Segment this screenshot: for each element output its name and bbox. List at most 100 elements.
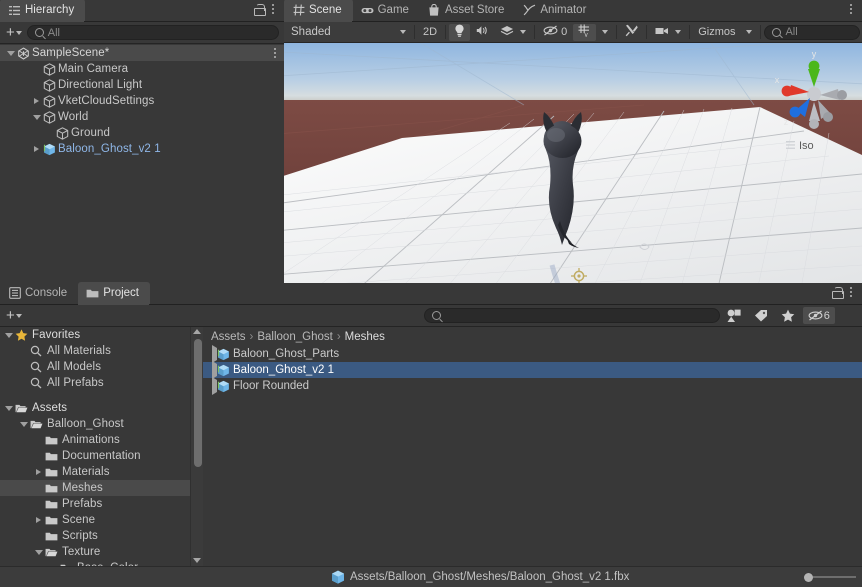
tab-asset-store[interactable]: Asset Store xyxy=(420,0,515,21)
plus-icon: + xyxy=(6,25,15,40)
folder-tree-scrollbar[interactable] xyxy=(190,327,203,566)
draw-mode-dropdown[interactable]: Shaded xyxy=(286,24,411,41)
scene-fx-button[interactable] xyxy=(495,24,531,41)
status-bar: Assets/Balloon_Ghost/Meshes/Baloon_Ghost… xyxy=(0,566,862,587)
folder-item-texture[interactable]: Texture xyxy=(0,544,190,560)
2d-toggle-button[interactable]: 2D xyxy=(418,24,442,41)
breadcrumb-item-balloon-ghost[interactable]: Balloon_Ghost xyxy=(257,331,332,343)
tab-console[interactable]: Console xyxy=(0,282,78,304)
slider-knob[interactable] xyxy=(804,573,813,582)
hierarchy-item-world[interactable]: World xyxy=(0,109,284,125)
scene-grid-icon xyxy=(292,4,305,17)
expand-toggle[interactable] xyxy=(4,45,17,61)
folder-item-scene[interactable]: Scene xyxy=(0,512,190,528)
kebab-menu-icon[interactable] xyxy=(846,2,856,16)
expand-toggle[interactable] xyxy=(32,512,45,528)
scroll-thumb[interactable] xyxy=(194,339,202,467)
tab-game[interactable]: Game xyxy=(353,0,420,21)
breadcrumb[interactable]: Assets›Balloon_Ghost›Meshes xyxy=(203,327,862,346)
lock-icon[interactable] xyxy=(831,286,843,299)
scene-visibility-toggle[interactable]: 0 xyxy=(538,24,572,41)
folder-item-scripts[interactable]: Scripts xyxy=(0,528,190,544)
create-asset-button[interactable]: + xyxy=(3,307,25,324)
folder-item-favorites[interactable]: Favorites xyxy=(0,327,190,343)
expand-toggle[interactable] xyxy=(17,416,30,432)
search-icon xyxy=(432,311,441,320)
divider xyxy=(760,25,761,39)
expand-toggle xyxy=(43,125,56,141)
expand-toggle[interactable] xyxy=(32,464,45,480)
expand-toggle[interactable] xyxy=(30,141,43,157)
hierarchy-item-label: Main Camera xyxy=(58,63,128,75)
asset-list[interactable]: Baloon_Ghost_PartsBaloon_Ghost_v2 1Floor… xyxy=(203,346,862,394)
scene-lighting-toggle[interactable] xyxy=(449,24,470,41)
expand-toggle[interactable] xyxy=(30,93,43,109)
create-gameobject-button[interactable]: + xyxy=(3,24,25,41)
expand-toggle[interactable] xyxy=(30,109,43,125)
asset-size-slider[interactable] xyxy=(804,573,856,582)
star-icon[interactable] xyxy=(776,307,801,324)
hierarchy-item-vketcloudsettings[interactable]: VketCloudSettings xyxy=(0,93,284,109)
scroll-up-arrow[interactable] xyxy=(193,329,201,334)
folder-item-meshes[interactable]: Meshes xyxy=(0,480,190,496)
hierarchy-tree[interactable]: SampleScene* Main Camera Directional Light… xyxy=(0,44,284,283)
hierarchy-search-input[interactable]: All xyxy=(27,25,279,40)
expand-toggle xyxy=(30,77,43,93)
folder-item-prefabs[interactable]: Prefabs xyxy=(0,496,190,512)
expand-toggle xyxy=(32,432,45,448)
kebab-menu-icon[interactable] xyxy=(846,285,856,299)
gizmos-dropdown[interactable] xyxy=(741,24,757,41)
hierarchy-item-main-camera[interactable]: Main Camera xyxy=(0,61,284,77)
speaker-icon xyxy=(476,25,489,39)
folder-item-assets[interactable]: Assets xyxy=(0,400,190,416)
kebab-menu-icon[interactable] xyxy=(268,2,278,16)
slider-track[interactable] xyxy=(813,576,856,578)
label-filter-icon[interactable] xyxy=(749,307,774,324)
scene-orientation-gizmo[interactable]: y x z xyxy=(768,47,854,157)
scene-grid-dropdown[interactable] xyxy=(597,24,613,41)
hierarchy-item-ground[interactable]: Ground xyxy=(0,125,284,141)
hierarchy-item-baloon-ghost-v2-1[interactable]: Baloon_Ghost_v2 1 xyxy=(0,141,284,157)
project-hidden-toggle[interactable]: 6 xyxy=(803,307,835,324)
folder-item-balloon-ghost[interactable]: Balloon_Ghost xyxy=(0,416,190,432)
scene-search-input[interactable]: All xyxy=(764,25,860,40)
tab-scene[interactable]: Scene xyxy=(284,0,353,21)
search-icon xyxy=(30,362,43,373)
folder-item-all-prefabs[interactable]: All Prefabs xyxy=(0,375,190,391)
asset-row[interactable]: Floor Rounded xyxy=(203,378,862,394)
divider xyxy=(616,25,617,39)
scene-grid-toggle[interactable]: y xyxy=(573,24,596,41)
kebab-menu-icon[interactable] xyxy=(270,46,280,60)
project-folder-tree[interactable]: FavoritesAll MaterialsAll ModelsAll Pref… xyxy=(0,327,190,566)
draw-mode-label: Shaded xyxy=(291,26,331,38)
expand-toggle[interactable] xyxy=(2,327,15,343)
breadcrumb-item-assets[interactable]: Assets xyxy=(211,331,246,343)
folder-item-all-materials[interactable]: All Materials xyxy=(0,343,190,359)
scene-tools-button[interactable] xyxy=(620,24,643,41)
asset-row[interactable]: Baloon_Ghost_Parts xyxy=(203,346,862,362)
expand-toggle[interactable] xyxy=(32,544,45,560)
divider xyxy=(445,25,446,39)
scene-viewport[interactable]: Balloon Ghost y x xyxy=(284,43,862,305)
folder-item-animations[interactable]: Animations xyxy=(0,432,190,448)
hierarchy-item-directional-light[interactable]: Directional Light xyxy=(0,77,284,93)
folder-item-materials[interactable]: Materials xyxy=(0,464,190,480)
folder-item-all-models[interactable]: All Models xyxy=(0,359,190,375)
breadcrumb-item-meshes[interactable]: Meshes xyxy=(345,331,385,343)
hierarchy-item-samplescene[interactable]: SampleScene* xyxy=(0,45,284,61)
tab-hierarchy[interactable]: Hierarchy xyxy=(0,0,85,21)
tab-project[interactable]: Project xyxy=(78,282,150,304)
tab-animator[interactable]: Animator xyxy=(515,0,597,21)
project-search-input[interactable] xyxy=(424,308,720,323)
scene-audio-toggle[interactable] xyxy=(471,24,494,41)
scroll-down-arrow[interactable] xyxy=(193,558,201,563)
expand-toggle[interactable] xyxy=(2,400,15,416)
scene-camera-button[interactable] xyxy=(650,24,686,41)
asset-row[interactable]: Baloon_Ghost_v2 1 xyxy=(203,362,862,378)
lock-icon[interactable] xyxy=(253,3,265,16)
hierarchy-toolbar: + All xyxy=(0,22,284,44)
folder-item-documentation[interactable]: Documentation xyxy=(0,448,190,464)
asset-type-filter-icon[interactable] xyxy=(722,307,747,324)
gizmos-button[interactable]: Gizmos xyxy=(693,24,740,41)
chevron-down-icon xyxy=(7,51,15,56)
